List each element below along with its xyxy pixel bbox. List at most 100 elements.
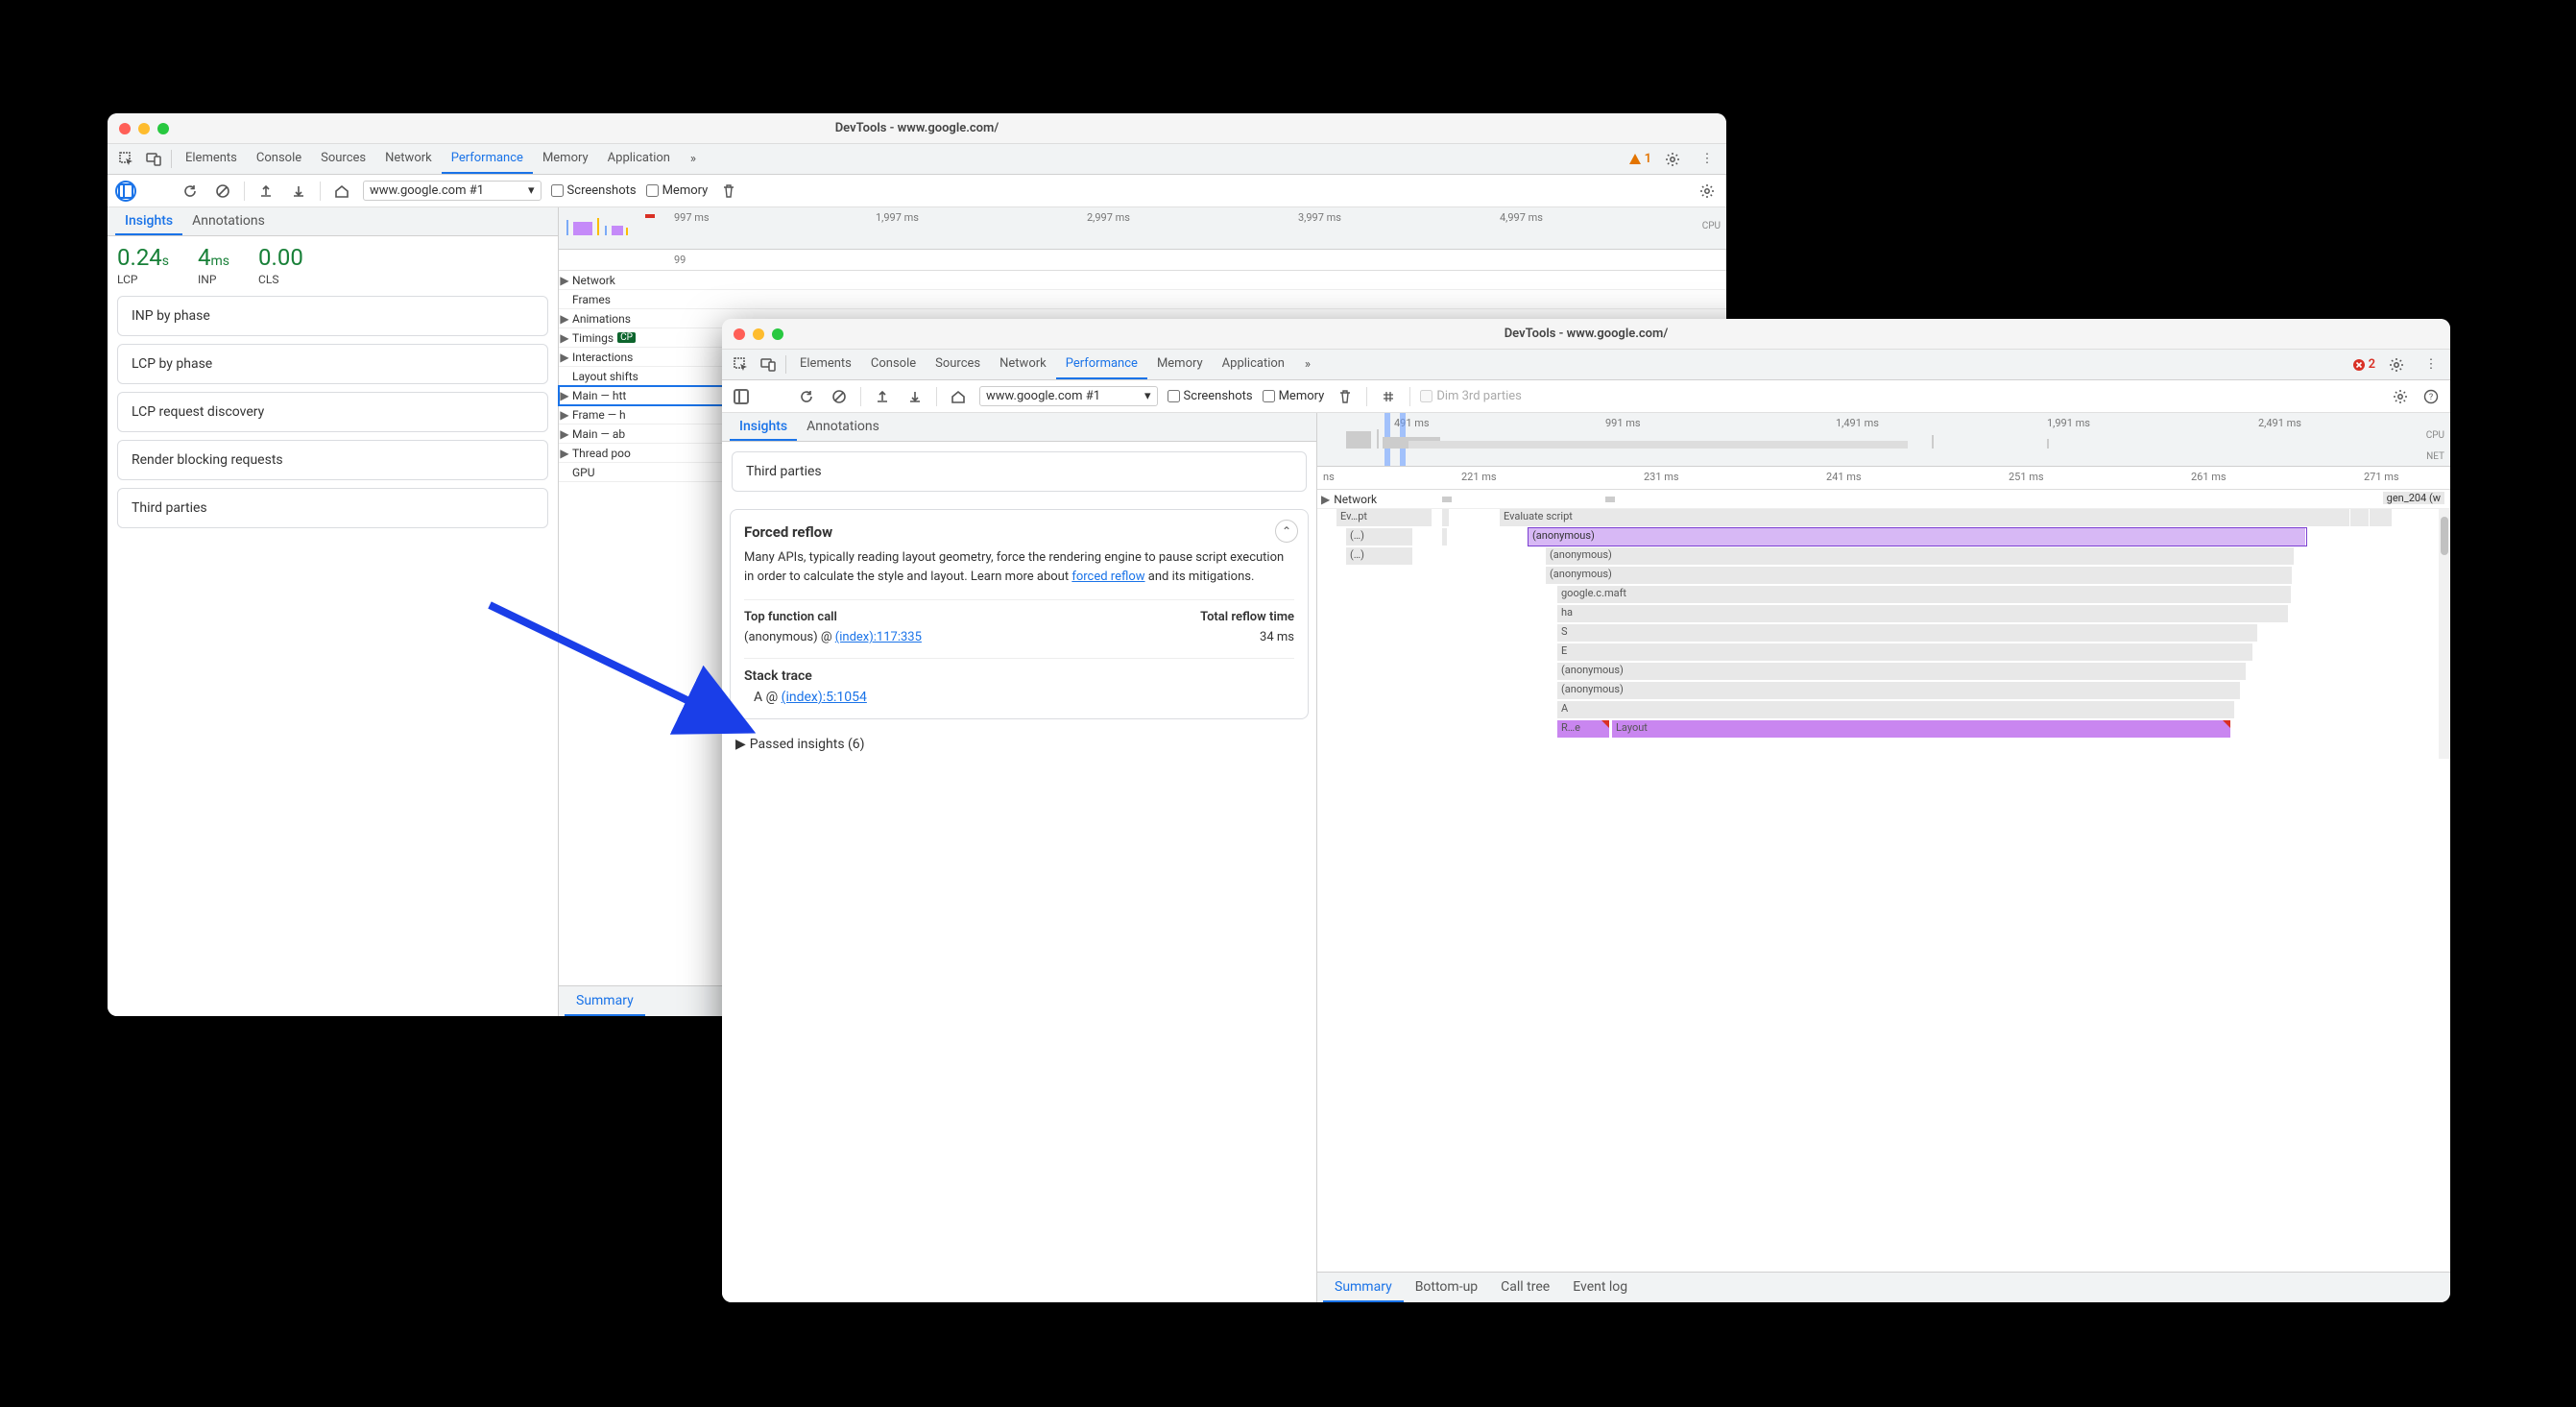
warning-badge[interactable]: 1 bbox=[1628, 152, 1651, 166]
tab-bottom-up[interactable]: Bottom-up bbox=[1404, 1273, 1489, 1302]
kebab-icon[interactable]: ⋮ bbox=[1694, 152, 1721, 166]
titlebar[interactable]: DevTools - www.google.com/ bbox=[722, 319, 2450, 350]
dim-3rd-parties-checkbox[interactable]: Dim 3rd parties bbox=[1420, 389, 1522, 403]
gear-icon[interactable] bbox=[2383, 357, 2410, 373]
more-tabs-icon[interactable]: » bbox=[680, 144, 707, 174]
kebab-icon[interactable]: ⋮ bbox=[2418, 357, 2444, 372]
inspect-icon[interactable] bbox=[728, 350, 755, 379]
page-select[interactable]: www.google.com #1 ▾ bbox=[363, 181, 542, 201]
net-item[interactable]: gen_204 (w bbox=[2383, 492, 2444, 504]
home-icon[interactable] bbox=[947, 385, 970, 408]
shortcuts-icon[interactable] bbox=[1377, 385, 1400, 408]
collapse-icon[interactable]: ⌃ bbox=[1275, 520, 1298, 543]
toggle-sidebar-button[interactable] bbox=[730, 385, 753, 408]
tab-application[interactable]: Application bbox=[1213, 350, 1294, 379]
source-link[interactable]: (index):5:1054 bbox=[782, 690, 867, 705]
tab-call-tree[interactable]: Call tree bbox=[1489, 1273, 1561, 1302]
flame-anonymous[interactable]: (anonymous) bbox=[1557, 663, 2247, 680]
tab-network[interactable]: Network bbox=[990, 350, 1056, 379]
flame-A[interactable]: A bbox=[1557, 701, 2235, 718]
source-link[interactable]: (index):117:335 bbox=[835, 630, 922, 644]
error-badge[interactable]: 2 bbox=[2352, 357, 2375, 372]
flame-anonymous[interactable]: (anonymous) bbox=[1557, 682, 2241, 699]
tab-annotations[interactable]: Annotations bbox=[797, 413, 889, 441]
tab-summary[interactable]: Summary bbox=[1323, 1273, 1404, 1302]
insight-card[interactable]: Third parties bbox=[117, 488, 548, 528]
download-icon[interactable] bbox=[287, 180, 310, 203]
tab-performance[interactable]: Performance bbox=[1056, 350, 1147, 379]
scrollbar[interactable] bbox=[2439, 509, 2450, 759]
flame-evaluate-script[interactable]: Evaluate script bbox=[1500, 509, 2393, 526]
flame-ha[interactable]: ha bbox=[1557, 605, 2289, 622]
vital-inp[interactable]: 4ms INP bbox=[198, 244, 229, 286]
trash-icon[interactable] bbox=[717, 180, 740, 203]
overview-ruler[interactable]: 491 ms 991 ms 1,491 ms 1,991 ms 2,491 ms… bbox=[1317, 413, 2450, 467]
reload-icon[interactable] bbox=[179, 180, 202, 203]
tab-insights[interactable]: Insights bbox=[730, 413, 797, 441]
more-tabs-icon[interactable]: » bbox=[1294, 350, 1321, 379]
vital-cls[interactable]: 0.00 CLS bbox=[258, 244, 303, 286]
flame-S[interactable]: S bbox=[1557, 624, 2258, 642]
screenshots-checkbox[interactable]: Screenshots bbox=[551, 183, 637, 198]
help-icon[interactable]: ? bbox=[2420, 385, 2443, 408]
track-network[interactable]: ▶Network bbox=[559, 271, 1726, 290]
home-icon[interactable] bbox=[330, 180, 353, 203]
insight-card[interactable]: Render blocking requests bbox=[117, 440, 548, 480]
gear-icon[interactable] bbox=[2389, 385, 2412, 408]
flame-evaluate-script[interactable]: Ev…pt bbox=[1336, 509, 1432, 526]
tab-memory[interactable]: Memory bbox=[1147, 350, 1213, 379]
gear-icon[interactable] bbox=[1659, 152, 1686, 167]
flame-segment[interactable]: (…) bbox=[1346, 528, 1413, 546]
insight-card-third-parties[interactable]: Third parties bbox=[732, 451, 1307, 492]
tab-event-log[interactable]: Event log bbox=[1561, 1273, 1639, 1302]
tab-sources[interactable]: Sources bbox=[926, 350, 990, 379]
device-icon[interactable] bbox=[755, 350, 782, 379]
flame-anonymous[interactable]: (anonymous) bbox=[1546, 567, 2293, 584]
download-icon[interactable] bbox=[903, 385, 927, 408]
upload-icon[interactable] bbox=[871, 385, 894, 408]
tab-console[interactable]: Console bbox=[247, 144, 311, 174]
clear-icon[interactable] bbox=[828, 385, 851, 408]
device-icon[interactable] bbox=[140, 144, 167, 174]
gear-icon[interactable] bbox=[1696, 180, 1719, 203]
tab-network[interactable]: Network bbox=[375, 144, 442, 174]
insight-card[interactable]: LCP by phase bbox=[117, 344, 548, 384]
flame-recalc[interactable]: R…e bbox=[1557, 720, 1610, 738]
page-select[interactable]: www.google.com #1 ▾ bbox=[979, 386, 1158, 406]
memory-checkbox[interactable]: Memory bbox=[1263, 389, 1325, 403]
insight-card[interactable]: INP by phase bbox=[117, 296, 548, 336]
trash-icon[interactable] bbox=[1334, 385, 1357, 408]
detail-ruler[interactable]: ns 221 ms 231 ms 241 ms 251 ms 261 ms 27… bbox=[1317, 467, 2450, 490]
tab-annotations[interactable]: Annotations bbox=[182, 207, 275, 235]
detail-ruler[interactable]: 99 bbox=[559, 250, 1726, 271]
upload-icon[interactable] bbox=[254, 180, 277, 203]
reload-icon[interactable] bbox=[795, 385, 818, 408]
flame-chart[interactable]: Ev…pt Evaluate script (…) (anonymous) (…… bbox=[1317, 509, 2450, 759]
toggle-sidebar-button[interactable] bbox=[115, 181, 136, 202]
tab-sources[interactable]: Sources bbox=[311, 144, 375, 174]
tab-elements[interactable]: Elements bbox=[790, 350, 861, 379]
track-network[interactable]: ▶ Network gen_204 (w bbox=[1317, 490, 2450, 509]
memory-checkbox[interactable]: Memory bbox=[646, 183, 709, 198]
record-button[interactable] bbox=[146, 180, 169, 203]
vital-lcp[interactable]: 0.24s LCP bbox=[117, 244, 169, 286]
flame-maft[interactable]: google.c.maft bbox=[1557, 586, 2292, 603]
insight-card[interactable]: LCP request discovery bbox=[117, 392, 548, 432]
screenshots-checkbox[interactable]: Screenshots bbox=[1168, 389, 1253, 403]
overview-ruler[interactable]: 997 ms 1,997 ms 2,997 ms 3,997 ms 4,997 … bbox=[559, 207, 1726, 250]
clear-icon[interactable] bbox=[211, 180, 234, 203]
tab-console[interactable]: Console bbox=[861, 350, 926, 379]
tab-insights[interactable]: Insights bbox=[115, 207, 182, 235]
tab-application[interactable]: Application bbox=[598, 144, 680, 174]
tab-elements[interactable]: Elements bbox=[176, 144, 247, 174]
flame-E[interactable]: E bbox=[1557, 643, 2253, 661]
titlebar[interactable]: DevTools - www.google.com/ bbox=[108, 113, 1726, 144]
tab-performance[interactable]: Performance bbox=[442, 144, 533, 174]
flame-anonymous[interactable]: (anonymous) bbox=[1546, 547, 2295, 565]
inspect-icon[interactable] bbox=[113, 144, 140, 174]
tab-memory[interactable]: Memory bbox=[533, 144, 598, 174]
record-button[interactable] bbox=[762, 385, 785, 408]
flame-anonymous[interactable]: (anonymous) bbox=[1529, 528, 2306, 546]
flame-segment[interactable]: (…) bbox=[1346, 547, 1413, 565]
passed-insights-toggle[interactable]: ▶ Passed insights (6) bbox=[722, 727, 1316, 762]
